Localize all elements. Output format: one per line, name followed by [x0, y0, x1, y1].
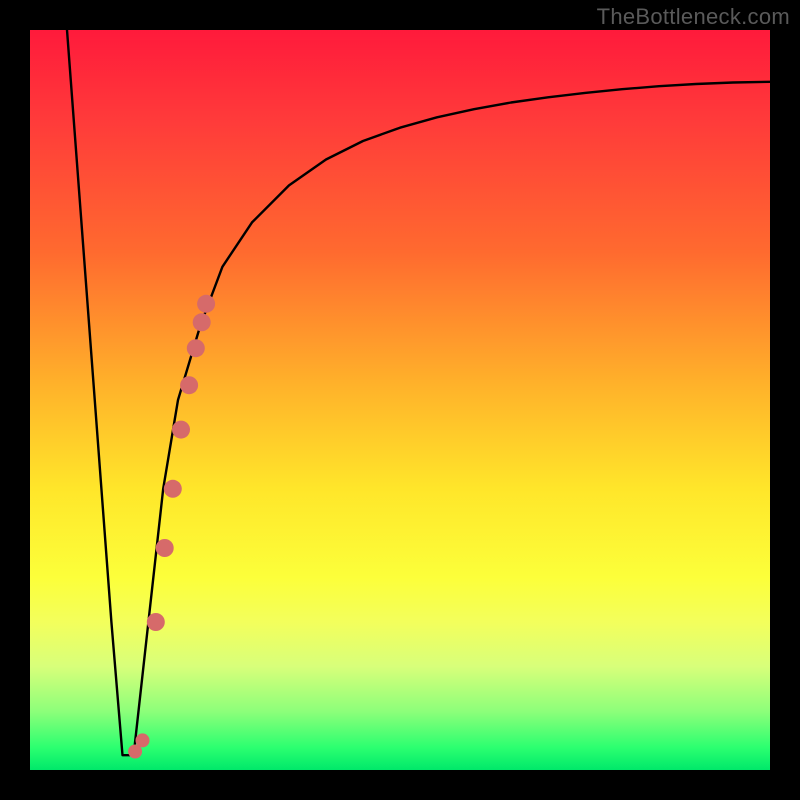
highlight-dot [172, 421, 190, 439]
highlight-dot [156, 539, 174, 557]
chart-overlay [0, 0, 800, 800]
chart-frame: TheBottleneck.com [0, 0, 800, 800]
highlight-dot [197, 295, 215, 313]
highlight-dot [147, 613, 165, 631]
highlight-dot [193, 313, 211, 331]
highlight-dot [164, 480, 182, 498]
highlight-dot [136, 733, 150, 747]
curve-path [67, 30, 770, 755]
highlight-dot [180, 376, 198, 394]
highlight-dot [187, 339, 205, 357]
curve-line [67, 30, 770, 755]
